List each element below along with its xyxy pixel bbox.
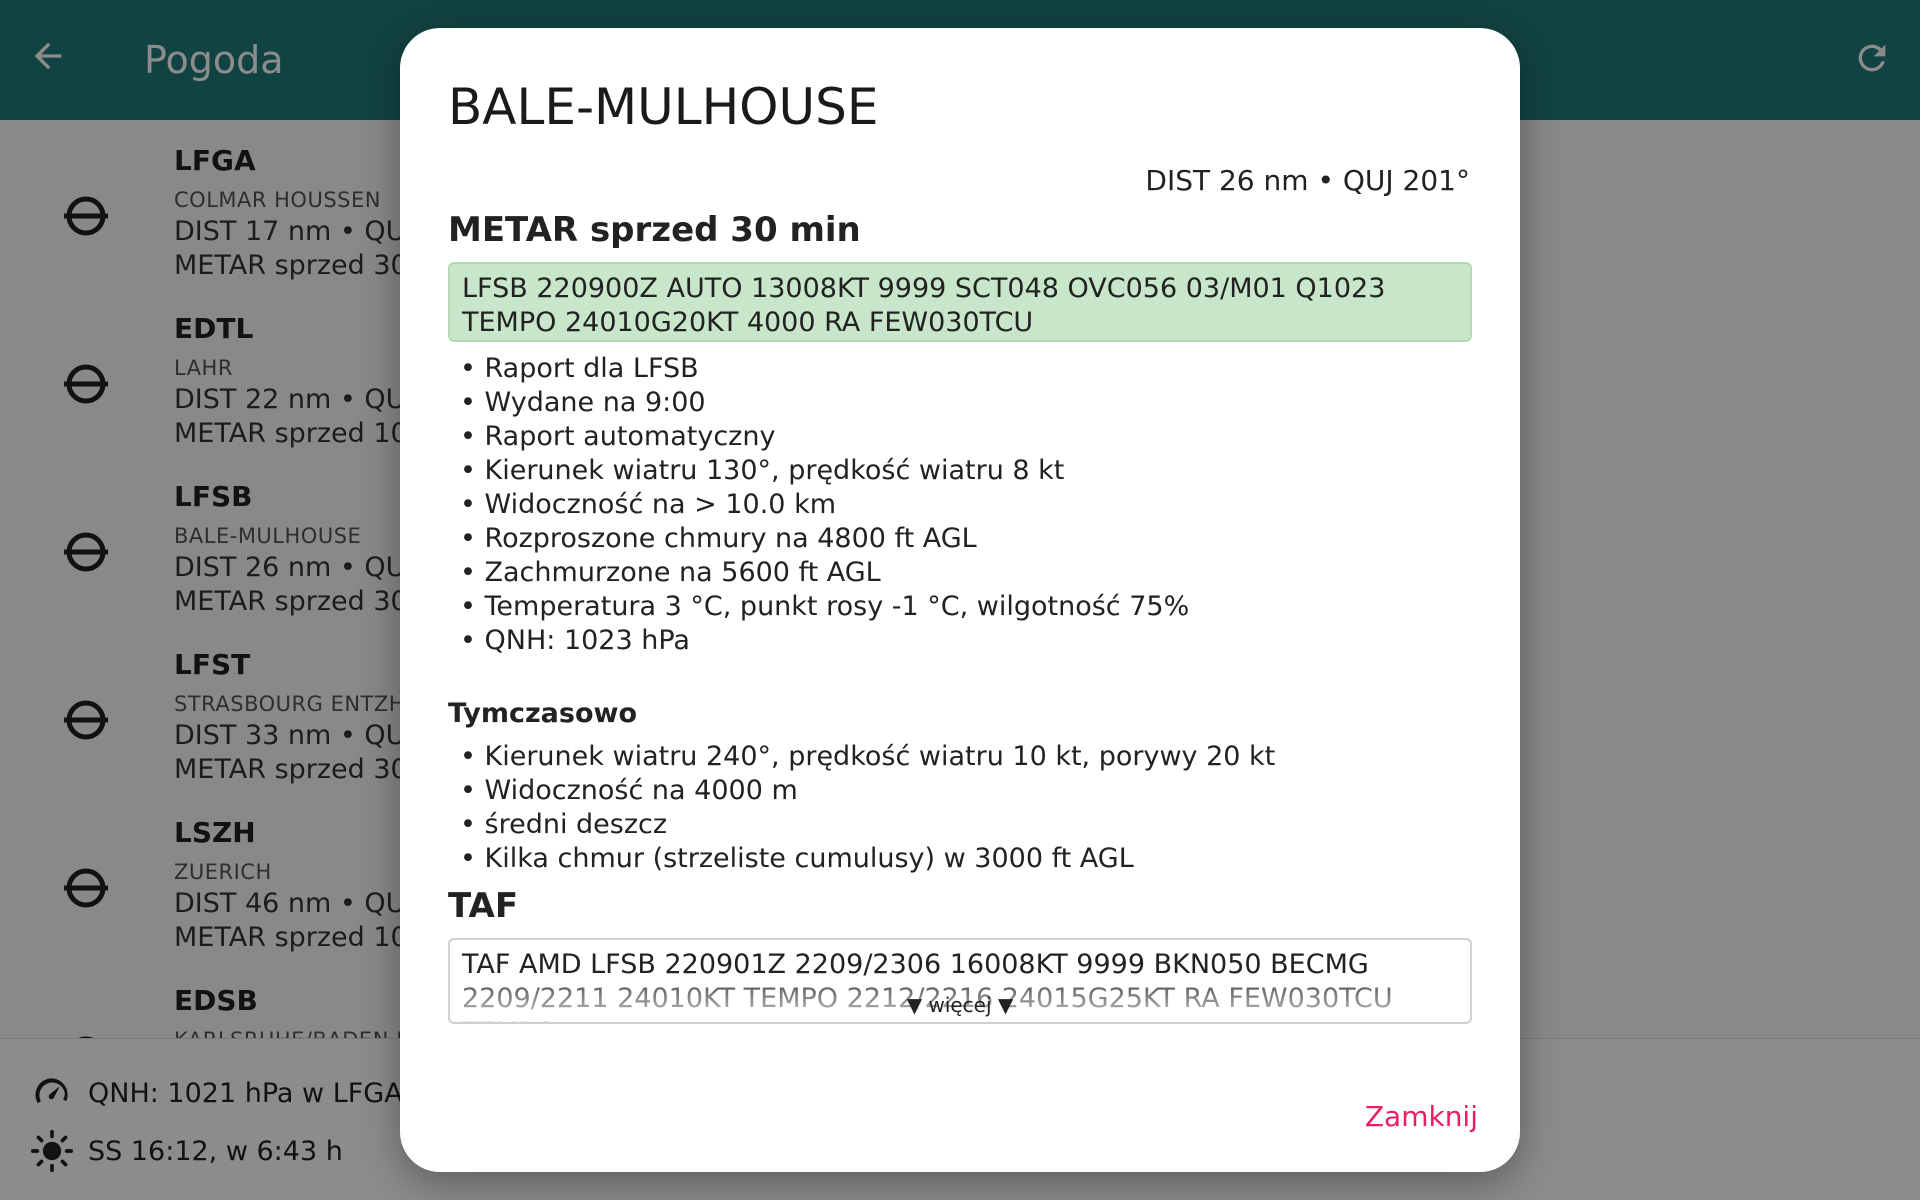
list-item: Raport dla LFSB xyxy=(460,352,1189,386)
metar-raw: LFSB 220900Z AUTO 13008KT 9999 SCT048 OV… xyxy=(448,262,1472,342)
list-item: średni deszcz xyxy=(460,808,1275,842)
list-item: QNH: 1023 hPa xyxy=(460,624,1189,658)
list-item: Kilka chmur (strzeliste cumulusy) w 3000… xyxy=(460,842,1275,876)
close-button[interactable]: Zamknij xyxy=(1365,1100,1478,1133)
dialog-title: BALE-MULHOUSE xyxy=(448,78,879,136)
list-item: Raport automatyczny xyxy=(460,420,1189,454)
list-item: Widoczność na 4000 m xyxy=(460,774,1275,808)
taf-title: TAF xyxy=(448,886,519,926)
list-item: Temperatura 3 °C, punkt rosy -1 °C, wilg… xyxy=(460,590,1190,624)
metar-decoded-list: Raport dla LFSB Wydane na 9:00 Raport au… xyxy=(460,352,1190,658)
weather-dialog: BALE-MULHOUSE DIST 26 nm • QUJ 201° META… xyxy=(400,28,1520,1172)
list-item: Rozproszone chmury na 4800 ft AGL xyxy=(460,522,1189,556)
list-item: Widoczność na > 10.0 km xyxy=(460,488,1189,522)
list-item: Zachmurzone na 5600 ft AGL xyxy=(460,556,1189,590)
list-item: Kierunek wiatru 240°, prędkość wiatru 10… xyxy=(460,740,1276,774)
metar-title: METAR sprzed 30 min xyxy=(448,210,861,250)
tempo-title: Tymczasowo xyxy=(448,698,637,729)
dialog-distance: DIST 26 nm • QUJ 201° xyxy=(1145,164,1470,197)
taf-raw-container[interactable]: TAF AMD LFSB 220901Z 2209/2306 16008KT 9… xyxy=(448,938,1472,1024)
tempo-decoded-list: Kierunek wiatru 240°, prędkość wiatru 10… xyxy=(460,740,1276,876)
list-item: Wydane na 9:00 xyxy=(460,386,1189,420)
list-item: Kierunek wiatru 130°, prędkość wiatru 8 … xyxy=(460,454,1189,488)
more-button[interactable]: ▼ więcej ▼ xyxy=(450,988,1470,1022)
